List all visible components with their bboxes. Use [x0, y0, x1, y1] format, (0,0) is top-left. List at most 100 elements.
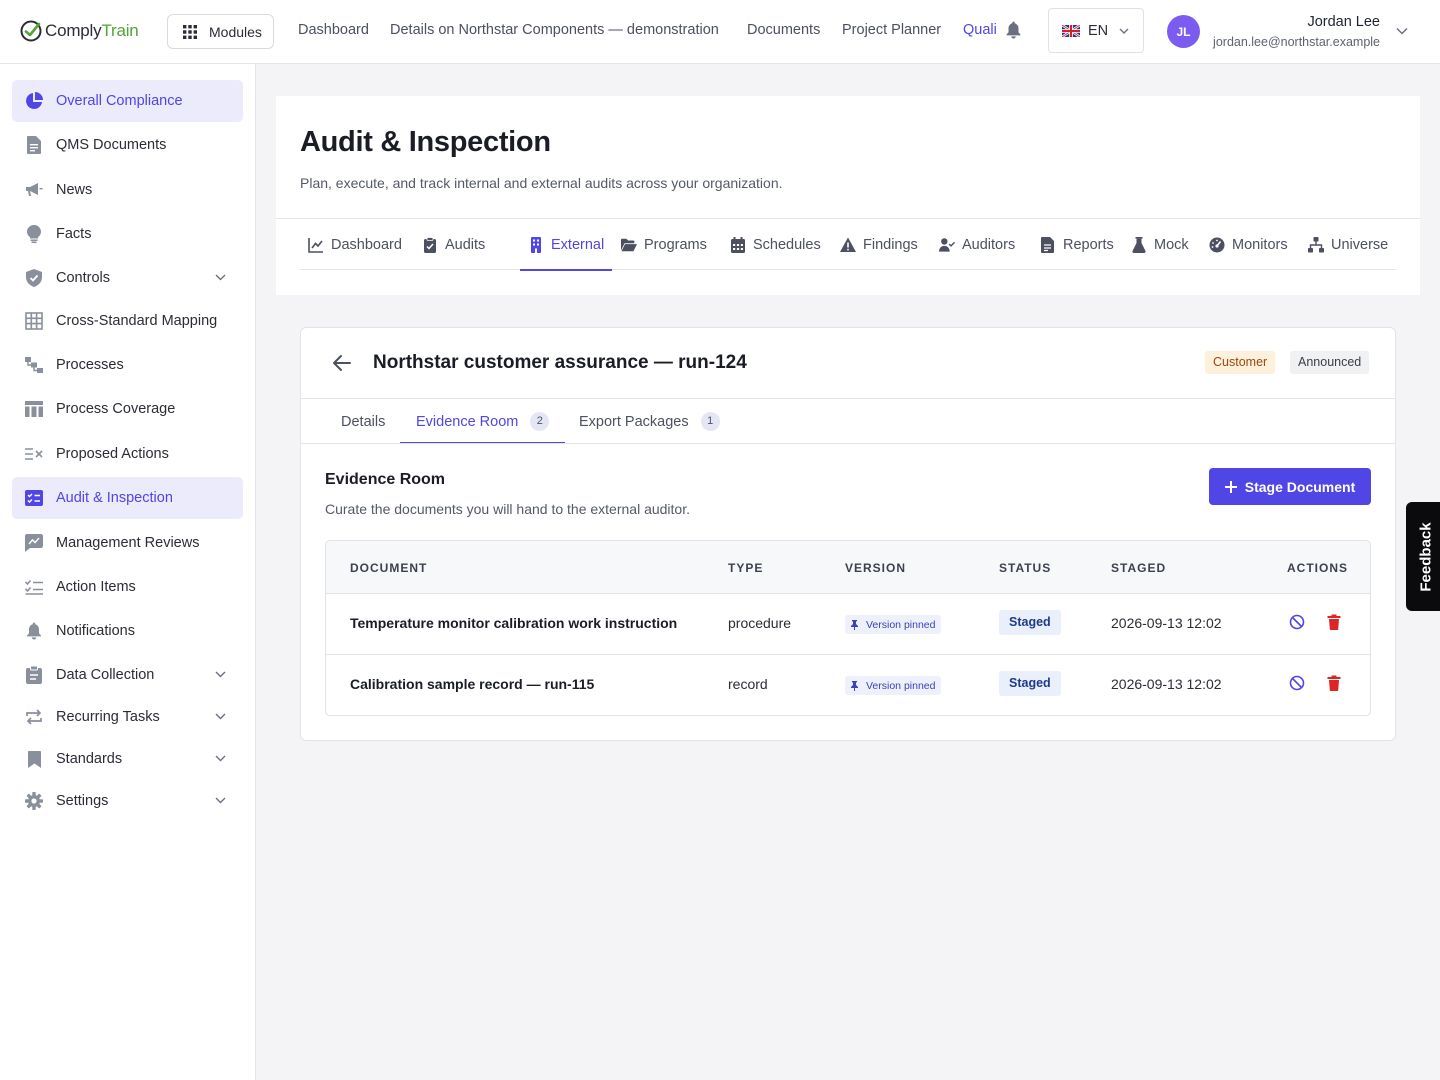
- sidebar-item-label: Processes: [56, 357, 124, 373]
- tab-auditors[interactable]: Auditors: [939, 219, 1015, 270]
- tab-mock[interactable]: Mock: [1131, 219, 1189, 270]
- column-header-staged[interactable]: STAGED: [1111, 561, 1166, 575]
- sidebar-item-label: Standards: [56, 751, 123, 767]
- user-menu-chevron-icon[interactable]: [1396, 27, 1408, 35]
- sidebar-item-action-items[interactable]: Action Items: [12, 566, 243, 608]
- user-avatar[interactable]: JL: [1167, 15, 1200, 48]
- tab-evidence-room[interactable]: Evidence Room 2: [399, 399, 566, 444]
- table-row[interactable]: Calibration sample record — run-115 reco…: [326, 655, 1370, 715]
- building-icon: [531, 236, 541, 253]
- document-name[interactable]: Temperature monitor calibration work ins…: [350, 615, 677, 631]
- tab-programs[interactable]: Programs: [621, 219, 707, 270]
- page-header: Audit & Inspection Plan, execute, and tr…: [276, 96, 1420, 295]
- column-header-document[interactable]: DOCUMENT: [350, 561, 427, 575]
- sidebar-item-qms-documents[interactable]: QMS Documents: [12, 124, 243, 166]
- sidebar-item-label: Cross-Standard Mapping: [56, 313, 218, 329]
- tab-label: External: [551, 236, 605, 253]
- tab-schedules[interactable]: Schedules: [730, 219, 821, 270]
- logo-check-icon: [20, 20, 42, 42]
- tab-label: Reports: [1063, 236, 1114, 253]
- app-logo[interactable]: ComplyTrain: [19, 18, 139, 44]
- stage-document-label: Stage Document: [1244, 478, 1356, 495]
- sidebar-item-standards[interactable]: Standards: [12, 738, 243, 780]
- topnav-quali[interactable]: Quali: [963, 22, 997, 38]
- user-name: Jordan Lee: [1307, 14, 1380, 30]
- gear-icon: [24, 791, 44, 811]
- status-badge: Staged: [999, 671, 1061, 696]
- column-header-version[interactable]: VERSION: [845, 561, 906, 575]
- sidebar-item-process-coverage[interactable]: Process Coverage: [12, 388, 243, 430]
- flask-icon: [1132, 236, 1146, 253]
- unstage-icon[interactable]: [1289, 675, 1305, 691]
- sidebar-item-news[interactable]: News: [12, 169, 243, 211]
- sidebar-item-controls[interactable]: Controls: [12, 257, 243, 299]
- count-badge: 1: [700, 412, 720, 431]
- tab-label: Mock: [1154, 236, 1189, 253]
- sidebar-item-management-reviews[interactable]: Management Reviews: [12, 522, 243, 564]
- stage-document-button[interactable]: Stage Document: [1209, 468, 1371, 505]
- bookmark-icon: [24, 749, 44, 769]
- tab-label: Evidence Room: [416, 413, 519, 430]
- uk-flag-icon: [1062, 24, 1080, 37]
- tab-export-packages[interactable]: Export Packages 1: [579, 399, 720, 444]
- tab-external[interactable]: External: [519, 219, 613, 271]
- topnav-documents[interactable]: Documents: [747, 22, 820, 38]
- table-row[interactable]: Temperature monitor calibration work ins…: [326, 594, 1370, 655]
- divider: [301, 443, 1395, 444]
- report-file-icon: [1041, 236, 1054, 253]
- tab-findings[interactable]: Findings: [840, 219, 918, 270]
- user-email: jordan.lee@northstar.example: [1213, 35, 1380, 49]
- feedback-button[interactable]: Feedback: [1406, 502, 1440, 611]
- evidence-table: DOCUMENT TYPE VERSION STATUS STAGED ACTI…: [325, 540, 1371, 716]
- topnav-project-details[interactable]: Details on Northstar Components — demons…: [390, 22, 719, 38]
- unstage-icon[interactable]: [1289, 614, 1305, 630]
- language-selector[interactable]: EN: [1048, 8, 1144, 53]
- sidebar-item-label: Data Collection: [56, 667, 155, 683]
- checklist-icon: [24, 577, 44, 597]
- sidebar-item-facts[interactable]: Facts: [12, 213, 243, 255]
- back-arrow-icon[interactable]: [331, 353, 353, 373]
- tab-label: Audits: [445, 236, 486, 253]
- column-header-status[interactable]: STATUS: [999, 561, 1051, 575]
- sidebar-item-recurring-tasks[interactable]: Recurring Tasks: [12, 696, 243, 738]
- delete-icon[interactable]: [1326, 614, 1342, 630]
- tab-audits[interactable]: Audits: [422, 219, 485, 270]
- sidebar-item-proposed-actions[interactable]: Proposed Actions: [12, 433, 243, 475]
- logo-text-train: Train: [101, 21, 139, 40]
- sidebar-item-notifications[interactable]: Notifications: [12, 610, 243, 652]
- topnav-dashboard[interactable]: Dashboard: [298, 22, 369, 38]
- tab-details[interactable]: Details: [341, 399, 385, 444]
- sidebar-item-processes[interactable]: Processes: [12, 344, 243, 386]
- list-x-icon: [24, 444, 44, 464]
- folder-open-icon: [621, 238, 637, 251]
- tab-label: Schedules: [753, 236, 821, 253]
- modules-button[interactable]: Modules: [167, 14, 274, 49]
- topnav-project-planner[interactable]: Project Planner: [842, 22, 941, 38]
- version-pinned-badge: Version pinned: [845, 615, 942, 634]
- column-header-type[interactable]: TYPE: [728, 561, 763, 575]
- sidebar-item-data-collection[interactable]: Data Collection: [12, 654, 243, 696]
- sidebar-item-settings[interactable]: Settings: [12, 780, 243, 822]
- document-type: procedure: [728, 615, 792, 631]
- sidebar-item-label: Action Items: [56, 579, 136, 595]
- tab-universe[interactable]: Universe: [1308, 219, 1388, 270]
- grid-icon: [183, 24, 197, 39]
- sidebar-item-cross-standard-mapping[interactable]: Cross-Standard Mapping: [12, 300, 243, 342]
- calendar-icon: [731, 236, 745, 253]
- tab-monitors[interactable]: Monitors: [1209, 219, 1288, 270]
- notification-bell-icon[interactable]: [1005, 21, 1022, 39]
- document-name[interactable]: Calibration sample record — run-115: [350, 676, 594, 692]
- column-header-actions: ACTIONS: [1287, 561, 1348, 575]
- pie-chart-icon: [24, 91, 44, 111]
- tab-reports[interactable]: Reports: [1040, 219, 1114, 270]
- audit-state-badge: Announced: [1290, 351, 1370, 374]
- sidebar-item-label: News: [56, 182, 93, 198]
- sidebar-item-audit-inspection[interactable]: Audit & Inspection: [12, 477, 243, 519]
- lightbulb-icon: [24, 224, 44, 244]
- sidebar-item-overall-compliance[interactable]: Overall Compliance: [12, 80, 243, 122]
- status-badge: Staged: [999, 610, 1061, 635]
- version-pinned-badge: Version pinned: [845, 676, 942, 695]
- tab-dashboard[interactable]: Dashboard: [308, 219, 402, 270]
- warning-triangle-icon: [840, 237, 856, 252]
- delete-icon[interactable]: [1326, 675, 1342, 691]
